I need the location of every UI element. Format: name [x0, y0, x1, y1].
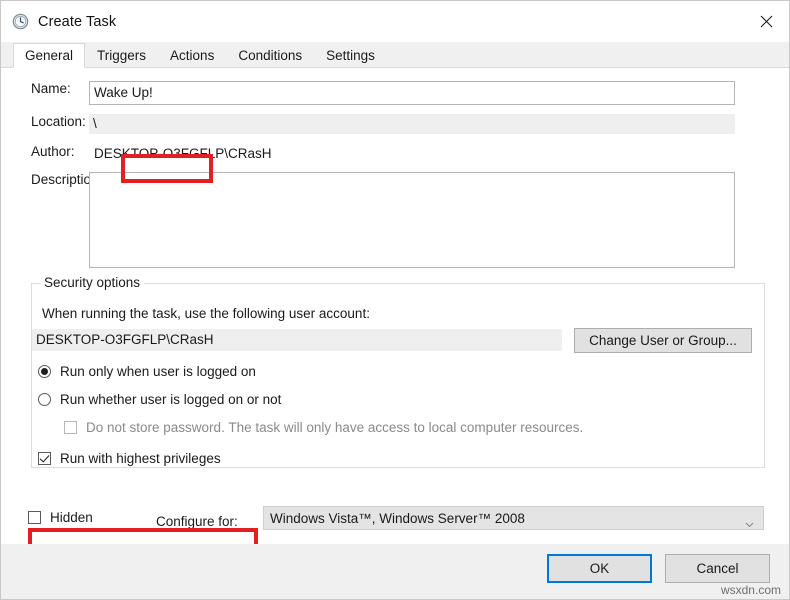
general-tab-panel: Name: Wake Up! Location: \ Author: DESKT… — [1, 68, 789, 544]
dialog-footer: OK Cancel wsxdn.com — [1, 544, 789, 599]
user-account-value: DESKTOP-O3FGFLP\CRasH — [32, 329, 562, 351]
author-row: Author: DESKTOP-O3FGFLP\CRasH — [1, 144, 789, 164]
tab-actions[interactable]: Actions — [158, 43, 227, 67]
tab-conditions[interactable]: Conditions — [226, 43, 315, 67]
name-input[interactable]: Wake Up! — [89, 81, 735, 105]
run-only-logged-on-label: Run only when user is logged on — [60, 364, 256, 379]
checkbox-hidden[interactable] — [28, 511, 41, 524]
change-user-or-group-button[interactable]: Change User or Group... — [574, 328, 752, 353]
name-label: Name: — [31, 81, 71, 96]
configure-for-label: Configure for: — [156, 514, 238, 529]
tab-strip: General Triggers Actions Conditions Sett… — [1, 42, 789, 68]
tab-triggers[interactable]: Triggers — [85, 43, 159, 67]
radio-run-whether-logged-on[interactable] — [38, 393, 51, 406]
configure-for-select[interactable]: Windows Vista™, Windows Server™ 2008 — [263, 506, 764, 530]
description-input[interactable] — [89, 172, 735, 268]
close-button[interactable] — [743, 1, 789, 42]
account-prompt-label: When running the task, use the following… — [42, 306, 370, 321]
location-row: Location: \ — [1, 114, 789, 134]
radio-run-only-logged-on[interactable] — [38, 365, 51, 378]
do-not-store-password-label: Do not store password. The task will onl… — [86, 420, 584, 435]
run-whether-logged-on-label: Run whether user is logged on or not — [60, 392, 282, 407]
configure-for-value: Windows Vista™, Windows Server™ 2008 — [270, 510, 525, 526]
checkbox-do-not-store-password[interactable] — [64, 421, 77, 434]
tab-general[interactable]: General — [13, 43, 86, 68]
location-value: \ — [89, 114, 735, 134]
run-highest-privileges-option[interactable]: Run with highest privileges — [38, 451, 221, 466]
checkbox-run-highest-privileges[interactable] — [38, 452, 51, 465]
clock-schedule-icon — [12, 13, 29, 30]
run-highest-privileges-label: Run with highest privileges — [60, 451, 221, 466]
cancel-button[interactable]: Cancel — [665, 554, 770, 583]
security-options-title: Security options — [40, 275, 145, 290]
description-row: Description: — [1, 172, 789, 268]
window-title: Create Task — [38, 13, 117, 30]
create-task-dialog: Create Task General Triggers Actions Con… — [0, 0, 790, 600]
description-label: Description: — [31, 172, 103, 187]
run-only-logged-on-option[interactable]: Run only when user is logged on — [38, 364, 256, 379]
tab-settings[interactable]: Settings — [314, 43, 387, 67]
location-label: Location: — [31, 114, 86, 129]
ok-button[interactable]: OK — [547, 554, 652, 583]
hidden-label: Hidden — [50, 510, 93, 525]
hidden-option[interactable]: Hidden — [28, 510, 93, 525]
author-value: DESKTOP-O3FGFLP\CRasH — [94, 146, 272, 161]
title-bar: Create Task — [1, 1, 789, 42]
run-whether-logged-on-option[interactable]: Run whether user is logged on or not — [38, 392, 281, 407]
do-not-store-password-option[interactable]: Do not store password. The task will onl… — [64, 420, 583, 435]
chevron-down-icon — [745, 516, 754, 531]
author-label: Author: — [31, 144, 75, 159]
name-row: Name: Wake Up! — [1, 81, 789, 105]
watermark: wsxdn.com — [720, 583, 781, 597]
